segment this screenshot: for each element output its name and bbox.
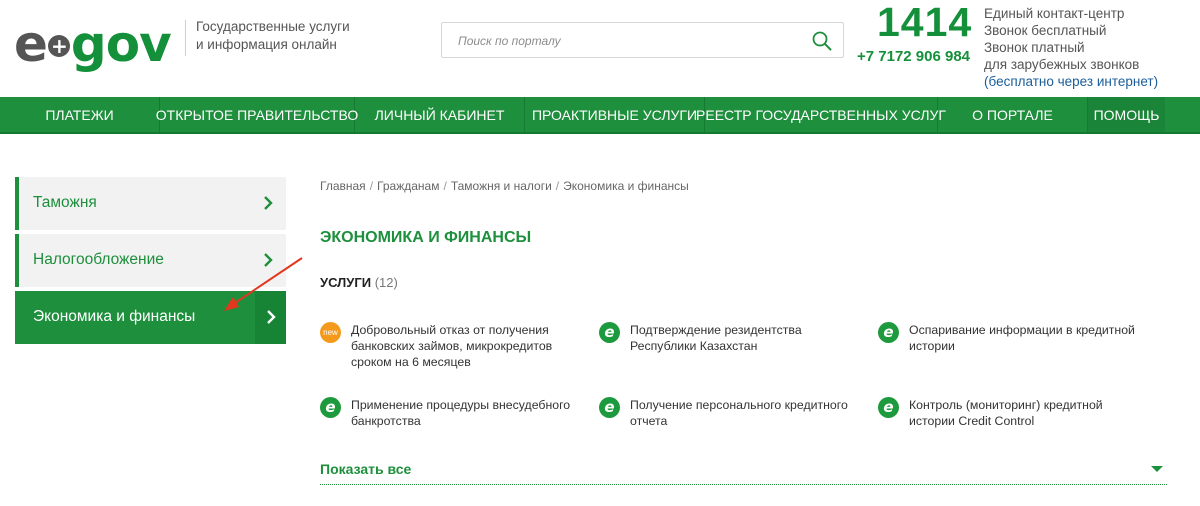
contact-info: Единый контакт-центр Звонок бесплатный З… (984, 5, 1158, 90)
show-all-label: Показать все (320, 461, 412, 477)
chevron-right-icon (267, 310, 276, 324)
services-heading-label: Услуги (320, 275, 372, 290)
egov-logo[interactable]: e +gov (14, 12, 182, 76)
contact-line: Единый контакт-центр (984, 6, 1125, 21)
egov-e-icon: e (599, 397, 620, 418)
contact-line: Звонок платный (984, 40, 1085, 55)
egov-e-icon: e (878, 397, 899, 418)
sidebar-item-label: Таможня (33, 194, 97, 211)
contact-long-number[interactable]: +7 7172 906 984 (857, 48, 970, 65)
show-all-toggle[interactable]: Показать все (320, 460, 1167, 485)
service-link[interactable]: Получение персонального кредитного отчет… (630, 397, 860, 429)
sidebar-item-customs[interactable]: Таможня (15, 177, 286, 230)
logo-divider (185, 20, 186, 56)
nav-item-services-registry[interactable]: Реестр государственных услуг (696, 97, 946, 132)
chevron-right-icon (264, 196, 273, 210)
service-link[interactable]: Применение процедуры внесудебного банкро… (351, 397, 581, 429)
tagline-line2: и информация онлайн (196, 37, 337, 52)
egov-e-icon: e (320, 397, 341, 418)
nav-item-payments[interactable]: Платежи (0, 97, 160, 132)
sidebar-item-label: Налогообложение (33, 251, 164, 268)
logo-gov: gov (70, 15, 172, 73)
search-input[interactable] (458, 31, 798, 51)
nav-item-help[interactable]: Помощь (1088, 97, 1165, 132)
sidebar-item-taxation[interactable]: Налогообложение (15, 234, 286, 287)
breadcrumb-current: Экономика и финансы (563, 179, 689, 193)
nav-item-open-government[interactable]: Открытое правительство (156, 97, 358, 132)
service-link[interactable]: Контроль (мониторинг) кредитной истории … (909, 397, 1139, 429)
search-box (441, 22, 844, 58)
contact-line: для зарубежных звонков (984, 57, 1140, 72)
category-sidebar: Таможня Налогообложение Экономика и фина… (15, 177, 286, 348)
sidebar-item-label: Экономика и финансы (33, 308, 196, 325)
nav-item-proactive-services[interactable]: Проактивные услуги (525, 97, 705, 132)
caret-down-icon (1151, 466, 1163, 472)
egov-e-icon: e (599, 322, 620, 343)
breadcrumb: Главная / Гражданам / Таможня и налоги / Эконо… (320, 179, 689, 193)
breadcrumb-citizens[interactable]: Гражданам (377, 179, 439, 193)
tagline-line1: Государственные услуги (196, 19, 350, 34)
new-badge-icon: new (320, 322, 341, 343)
tagline: Государственные услуги и информация онла… (196, 18, 350, 54)
egov-e-icon: e (878, 322, 899, 343)
services-heading: Услуги (12) (320, 275, 398, 290)
main-nav: Платежи Открытое правительство Личный ка… (0, 97, 1200, 134)
contact-line: Звонок бесплатный (984, 23, 1107, 38)
free-call-link[interactable]: (бесплатно через интернет) (984, 73, 1158, 90)
service-link[interactable]: Оспаривание информации в кредитной истор… (909, 322, 1139, 354)
service-link[interactable]: Подтверждение резидентства Республики Ка… (630, 322, 860, 354)
sidebar-item-economy-finance[interactable]: Экономика и финансы (15, 291, 286, 344)
breadcrumb-customs-taxes[interactable]: Таможня и налоги (451, 179, 552, 193)
nav-item-about[interactable]: О портале (938, 97, 1088, 132)
services-count: (12) (374, 275, 398, 290)
logo-plus-icon: + (47, 34, 70, 57)
contact-short-number[interactable]: 1414 (877, 0, 972, 44)
breadcrumb-home[interactable]: Главная (320, 179, 366, 193)
page-title: Экономика и финансы (320, 229, 532, 246)
chevron-right-icon (264, 253, 273, 267)
logo-e: e (14, 15, 48, 73)
search-icon[interactable] (811, 30, 833, 52)
service-link[interactable]: Добровольный отказ от получения банковск… (351, 322, 581, 370)
site-header: e +gov Государственные услуги и информаци… (0, 0, 1200, 97)
nav-item-personal-cabinet[interactable]: Личный кабинет (355, 97, 525, 132)
